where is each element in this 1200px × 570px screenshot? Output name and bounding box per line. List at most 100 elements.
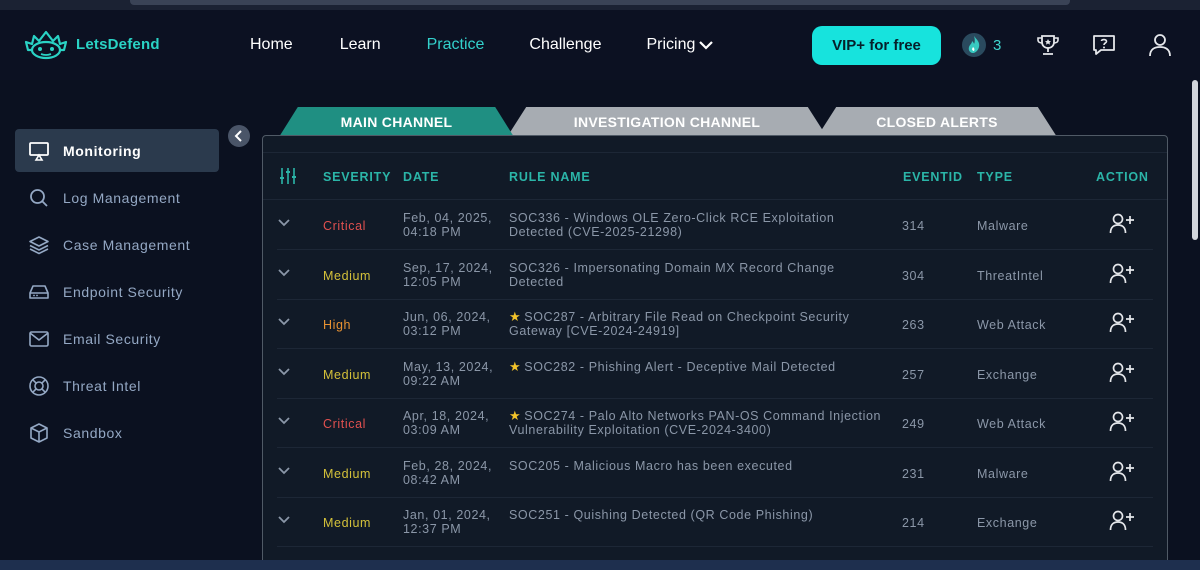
table-header: SEVERITY DATE RULE NAME EVENTID TYPE ACT…	[263, 152, 1167, 200]
eventid-cell: 257	[902, 367, 925, 382]
sidebar-item-label: Case Management	[63, 236, 191, 253]
rule-name-text: SOC205 - Malicious Macro has been execut…	[509, 458, 793, 473]
eventid-cell: 231	[902, 466, 925, 481]
rule-name-cell[interactable]: SOC205 - Malicious Macro has been execut…	[509, 459, 889, 473]
eventid-cell: 304	[902, 268, 925, 283]
sidebar-item-sandbox[interactable]: Sandbox	[15, 411, 219, 454]
sidebar-item-threat-intel[interactable]: Threat Intel	[15, 364, 219, 407]
date-cell: Feb, 28, 2024, 08:42 AM	[403, 458, 493, 487]
tab-investigation-channel[interactable]: INVESTIGATION CHANNEL	[507, 107, 827, 137]
table-row[interactable]: High Jun, 06, 2024, 03:12 PM ★ SOC287 - Arb…	[277, 300, 1153, 349]
page-scrollbar[interactable]	[1192, 80, 1198, 240]
mail-icon	[15, 330, 63, 348]
eventid-cell: 249	[902, 417, 925, 431]
streak-badge[interactable]: 3	[961, 32, 1001, 58]
assign-user-icon[interactable]	[1109, 509, 1135, 536]
sidebar-collapse-button[interactable]	[228, 125, 250, 147]
date-cell: May, 13, 2024, 09:22 AM	[403, 359, 494, 388]
sidebar-item-label: Email Security	[63, 330, 161, 347]
layers-icon	[15, 235, 63, 255]
type-cell: Web Attack	[977, 318, 1046, 332]
eventid-cell: 214	[902, 516, 925, 530]
type-cell: Exchange	[977, 516, 1038, 530]
expand-row-icon[interactable]	[277, 465, 297, 479]
rule-name-cell[interactable]: ★ SOC282 - Phishing Alert - Deceptive Mai…	[509, 359, 889, 374]
rule-name-text: SOC326 - Impersonating Domain MX Record …	[509, 260, 835, 289]
header-type[interactable]: TYPE	[977, 170, 1013, 184]
table-row[interactable]: Medium Feb, 28, 2024, 08:42 AM SOC205 - Ma…	[277, 449, 1153, 498]
eventid-cell: 263	[902, 318, 925, 332]
header-severity[interactable]: SEVERITY	[323, 170, 391, 184]
type-cell: ThreatIntel	[977, 268, 1044, 283]
rule-name-cell[interactable]: ★ SOC287 - Arbitrary File Read on Checkpo…	[509, 309, 889, 339]
sidebar-item-label: Sandbox	[63, 424, 123, 441]
main-nav: Home Learn Practice Challenge Pricing	[250, 36, 714, 54]
box-icon	[15, 422, 63, 444]
rule-name-cell[interactable]: SOC326 - Impersonating Domain MX Record …	[509, 261, 889, 289]
tab-main-channel[interactable]: MAIN CHANNEL	[279, 107, 514, 137]
rule-name-text: SOC336 - Windows OLE Zero-Click RCE Expl…	[509, 211, 835, 239]
nav-practice[interactable]: Practice	[427, 36, 485, 54]
filter-sliders-icon[interactable]	[278, 166, 298, 186]
assign-user-icon[interactable]	[1109, 262, 1135, 289]
header-eventid[interactable]: EVENTID	[903, 170, 963, 184]
assign-user-icon[interactable]	[1109, 212, 1135, 239]
nav-learn[interactable]: Learn	[340, 36, 381, 54]
sidebar-item-log-management[interactable]: Log Management	[15, 176, 219, 219]
table-row[interactable]: Medium May, 13, 2024, 09:22 AM ★ SOC282 - P…	[277, 350, 1153, 399]
table-row[interactable]: Medium Sep, 17, 2024, 12:05 PM SOC326 - Im…	[277, 251, 1153, 300]
alerts-panel: SEVERITY DATE RULE NAME EVENTID TYPE ACT…	[262, 135, 1168, 570]
header-date[interactable]: DATE	[403, 170, 439, 184]
taskbar-strip	[0, 560, 1200, 570]
tab-closed-alerts[interactable]: CLOSED ALERTS	[817, 107, 1057, 137]
chevron-down-icon	[699, 41, 714, 50]
rule-name-text: SOC282 - Phishing Alert - Deceptive Mail…	[524, 359, 836, 374]
assign-user-icon[interactable]	[1109, 311, 1135, 338]
type-cell: Exchange	[977, 367, 1038, 382]
expand-row-icon[interactable]	[277, 366, 297, 380]
rule-name-cell[interactable]: ★ SOC274 - Palo Alto Networks PAN-OS Comm…	[509, 408, 889, 438]
star-icon: ★	[509, 408, 522, 423]
nav-challenge[interactable]: Challenge	[529, 36, 601, 54]
nav-pricing-label: Pricing	[646, 36, 696, 53]
date-cell: Jan, 01, 2024, 12:37 PM	[403, 508, 491, 536]
rule-name-cell[interactable]: SOC336 - Windows OLE Zero-Click RCE Expl…	[509, 211, 889, 239]
rule-name-cell[interactable]: SOC251 - Quishing Detected (QR Code Phis…	[509, 508, 889, 522]
assign-user-icon[interactable]	[1109, 460, 1135, 487]
expand-row-icon[interactable]	[277, 316, 297, 330]
expand-row-icon[interactable]	[277, 514, 297, 528]
trophy-icon[interactable]	[1035, 32, 1061, 58]
expand-row-icon[interactable]	[277, 217, 297, 231]
user-icon[interactable]	[1147, 32, 1173, 58]
expand-row-icon[interactable]	[277, 267, 297, 281]
table-row[interactable]: Medium Jan, 01, 2024, 12:37 PM SOC251 - Qu…	[277, 498, 1153, 547]
sidebar-item-label: Threat Intel	[63, 377, 142, 394]
browser-scroll-indicator	[130, 0, 1070, 5]
nav-home[interactable]: Home	[250, 36, 293, 54]
date-cell: Apr, 18, 2024, 03:09 AM	[403, 409, 490, 437]
brand-logo[interactable]: LetsDefend	[24, 28, 160, 60]
sidebar-item-monitoring[interactable]: Monitoring	[15, 129, 219, 172]
star-icon: ★	[509, 309, 522, 324]
expand-row-icon[interactable]	[277, 415, 297, 429]
nav-pricing[interactable]: Pricing	[646, 36, 714, 54]
chevron-left-icon	[234, 130, 242, 142]
search-icon	[15, 188, 63, 208]
severity-cell: Medium	[323, 367, 372, 382]
vip-free-button[interactable]: VIP+ for free	[812, 26, 941, 65]
assign-user-icon[interactable]	[1109, 410, 1135, 437]
date-cell: Sep, 17, 2024, 12:05 PM	[403, 260, 493, 289]
streak-count: 3	[993, 36, 1002, 54]
table-row[interactable]: Critical Apr, 18, 2024, 03:09 AM ★ SOC274 -…	[277, 399, 1153, 448]
assign-user-icon[interactable]	[1109, 361, 1135, 388]
flame-badge-icon	[962, 33, 986, 57]
sidebar-item-endpoint-security[interactable]: Endpoint Security	[15, 270, 219, 313]
top-navbar: LetsDefend Home Learn Practice Challenge…	[0, 10, 1200, 80]
help-icon[interactable]	[1091, 32, 1117, 58]
sidebar-item-case-management[interactable]: Case Management	[15, 223, 219, 266]
sidebar-item-email-security[interactable]: Email Security	[15, 317, 219, 360]
header-rule-name[interactable]: RULE NAME	[509, 170, 591, 184]
table-row[interactable]: Critical Feb, 04, 2025, 04:18 PM SOC336 - …	[277, 201, 1153, 250]
type-cell: Malware	[977, 466, 1029, 481]
letsdefend-logo-icon	[24, 30, 68, 60]
